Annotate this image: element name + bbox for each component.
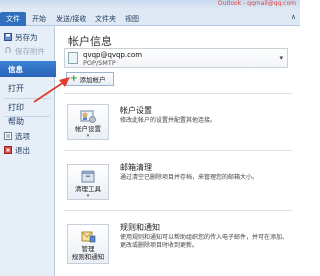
mailbox-cleanup-description: 通过清空已删除项目并存档，来管理您的邮箱大小。 xyxy=(120,174,259,181)
section-divider xyxy=(64,150,292,151)
page-title: 帐户信息 xyxy=(68,35,112,48)
nav-info[interactable]: 信息 xyxy=(0,61,56,77)
account-type: POP/SMTP xyxy=(83,59,116,67)
account-settings-icon xyxy=(80,110,96,123)
chevron-down-icon: ▾ xyxy=(86,133,90,139)
save-as-icon xyxy=(4,33,12,41)
rules-alerts-title: 规则和通知 xyxy=(120,223,160,232)
nav-options-label: 选项 xyxy=(15,131,30,141)
section-divider xyxy=(64,210,292,211)
nav-open[interactable]: 打开 xyxy=(4,81,52,95)
manage-rules-button[interactable]: 管理 规则和通知 xyxy=(67,224,109,264)
cleanup-tools-icon xyxy=(81,170,95,183)
ribbon: Outlook - qqmail@qq.com 文件 开始 发送/接收 文件夹 … xyxy=(0,0,300,26)
attachment-icon xyxy=(4,46,12,55)
account-settings-description: 修改此帐户的设置并配置其他连接。 xyxy=(120,117,217,124)
minimize-ribbon-icon[interactable]: ∧ xyxy=(291,13,296,21)
options-icon xyxy=(4,132,12,140)
cleanup-tools-tile-label: 清理工具 xyxy=(75,185,101,193)
account-icon xyxy=(68,52,78,64)
nav-save-attachments: 保存附件 xyxy=(4,44,52,58)
mailbox-cleanup-title: 邮箱清理 xyxy=(120,163,152,172)
tab-folder[interactable]: 文件夹 xyxy=(95,12,116,26)
chevron-down-icon: ▾ xyxy=(86,193,90,199)
tab-home[interactable]: 开始 xyxy=(32,12,46,26)
nav-exit[interactable]: 退出 xyxy=(4,143,52,157)
nav-help[interactable]: 帮助 xyxy=(4,114,52,128)
add-account-button[interactable]: + 添加帐户 xyxy=(66,72,114,86)
account-info-panel: 帐户信息 qvqp@qvqp.com POP/SMTP ▾ + 添加帐户 帐户设… xyxy=(56,26,300,276)
tab-view[interactable]: 视图 xyxy=(125,12,139,26)
chevron-down-icon: ▾ xyxy=(279,54,283,62)
backstage-nav: 另存为 保存附件 信息 打开 打印 帮助 选项 退出 xyxy=(0,26,56,276)
account-settings-button[interactable]: 帐户设置 ▾ xyxy=(67,104,109,140)
plus-icon: + xyxy=(70,74,78,84)
tab-send-receive[interactable]: 发送/接收 xyxy=(56,12,86,26)
manage-rules-tile-label: 管理 规则和通知 xyxy=(71,245,105,261)
rules-alerts-description: 使用规则和通知可以帮助组织您的传入电子邮件，并可在添加、更改或删除项目时收到更新… xyxy=(120,234,289,249)
nav-save-attachments-label: 保存附件 xyxy=(15,46,45,56)
nav-divider xyxy=(4,98,50,99)
nav-print[interactable]: 打印 xyxy=(4,100,52,114)
nav-save-as[interactable]: 另存为 xyxy=(4,30,52,44)
exit-icon xyxy=(4,146,12,154)
account-settings-title: 帐户设置 xyxy=(120,106,152,115)
account-settings-tile-label: 帐户设置 xyxy=(75,125,101,133)
tab-file[interactable]: 文件 xyxy=(0,12,26,26)
account-email: qvqp@qvqp.com xyxy=(83,51,143,59)
nav-exit-label: 退出 xyxy=(15,145,30,155)
nav-save-as-label: 另存为 xyxy=(15,32,38,42)
nav-options[interactable]: 选项 xyxy=(4,129,52,143)
section-divider xyxy=(64,93,292,94)
account-selector[interactable]: qvqp@qvqp.com POP/SMTP ▾ xyxy=(64,48,288,68)
cleanup-tools-button[interactable]: 清理工具 ▾ xyxy=(67,164,109,200)
rules-alerts-icon xyxy=(81,231,96,243)
window-title: Outlook - qqmail@qq.com xyxy=(217,0,296,7)
add-account-label: 添加帐户 xyxy=(79,76,106,84)
